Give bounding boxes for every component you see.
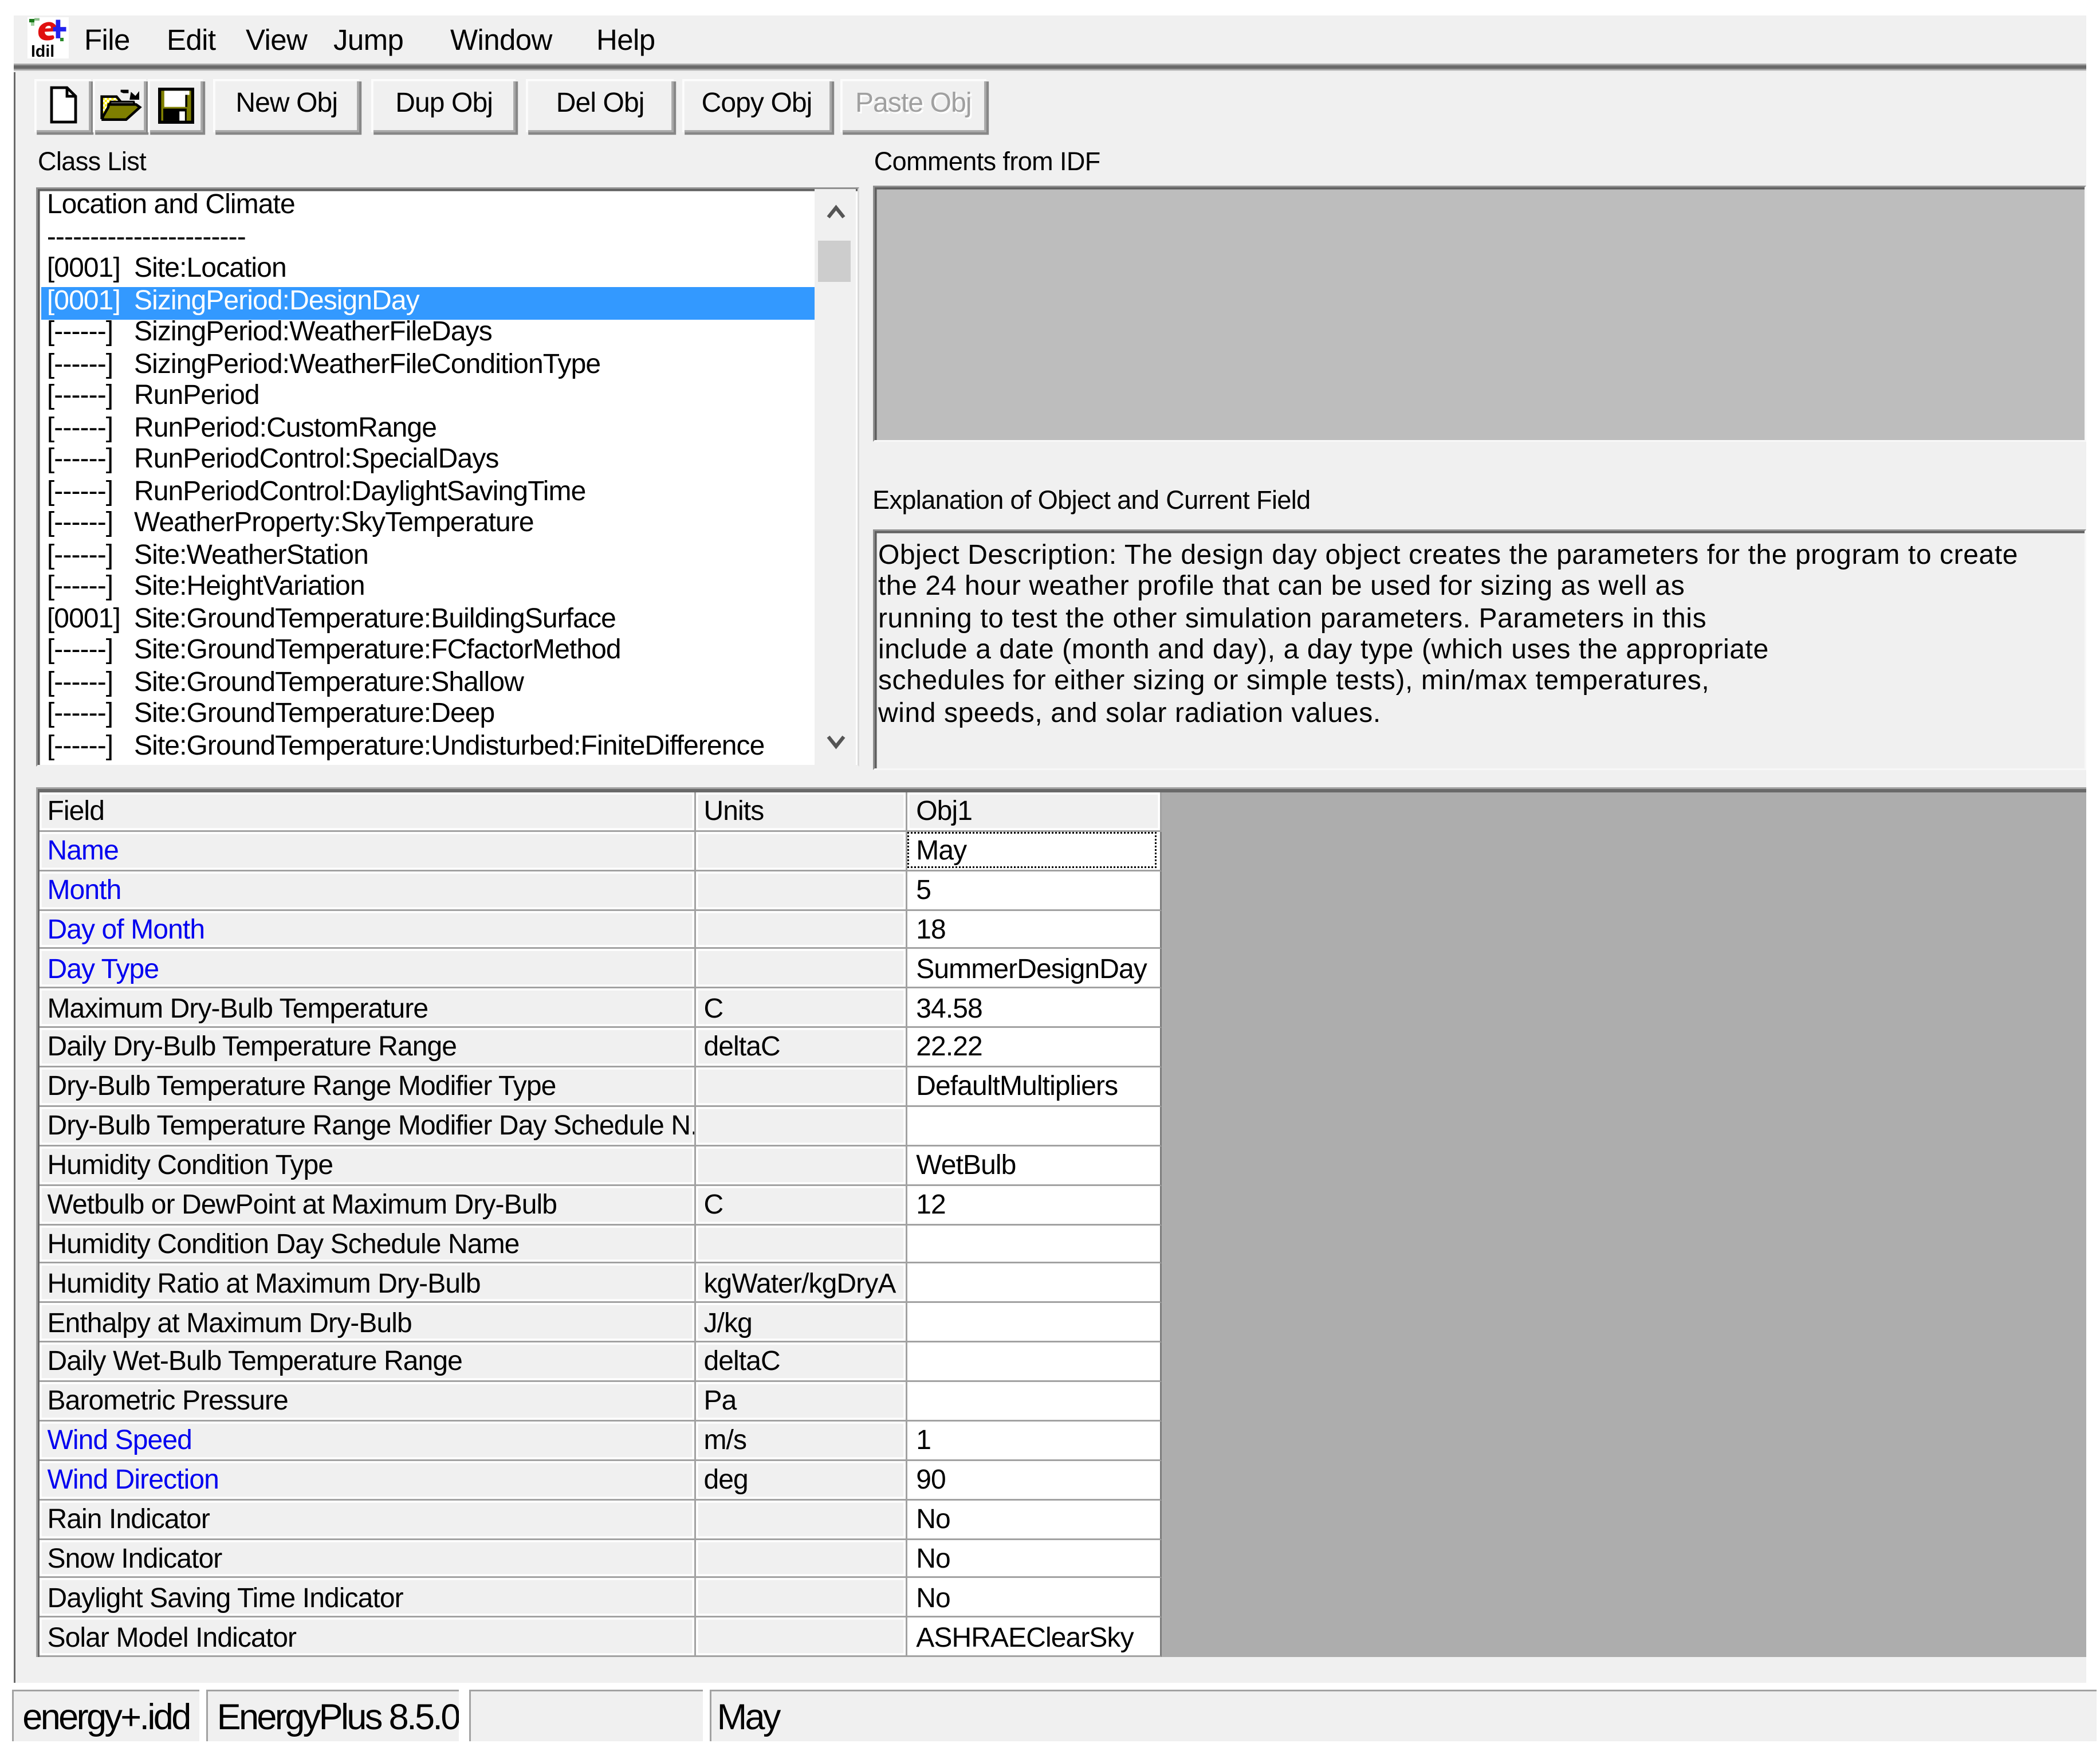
svg-text:Idil: Idil — [31, 42, 54, 58]
